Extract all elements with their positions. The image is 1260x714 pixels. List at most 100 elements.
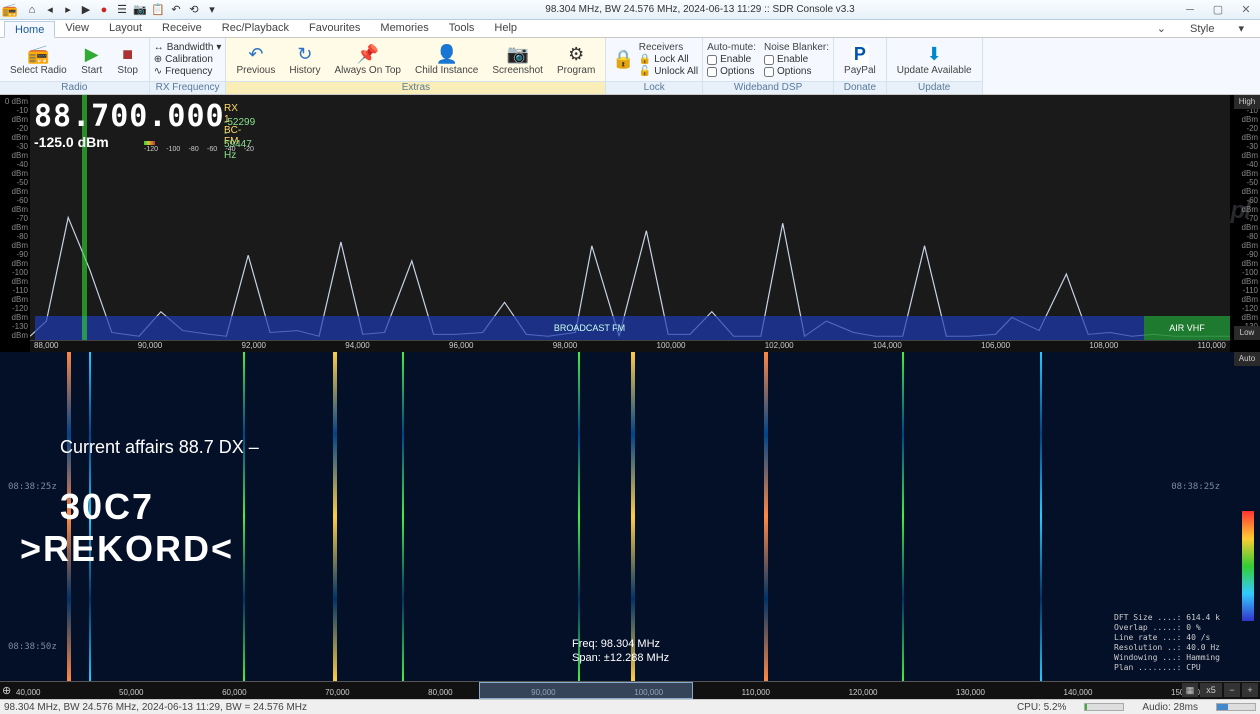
spectrum-display[interactable]: coza dzien.pl 0 dBm-10 dBm-20 dBm-30 dBm… — [0, 95, 1260, 352]
waterfall-timestamp-left: 08:38:25z — [8, 482, 57, 492]
lock-all-button[interactable]: 🔒Lock All — [639, 54, 698, 65]
waterfall-auto-button[interactable]: Auto — [1234, 352, 1260, 366]
spectrum-x-axis: 88,00090,00092,00094,00096,00098,000100,… — [30, 340, 1230, 352]
qat-home-icon[interactable]: ⌂ — [24, 2, 40, 18]
overview-grid-icon[interactable]: ▦ — [1182, 683, 1198, 697]
overview-zoom-out-icon[interactable]: − — [1224, 683, 1240, 697]
tab-tools[interactable]: Tools — [439, 20, 485, 37]
overview-window[interactable] — [479, 682, 693, 699]
color-palette[interactable] — [1242, 511, 1254, 621]
waterfall-timestamp-right: 08:38:25z — [1171, 482, 1220, 492]
waterfall-display[interactable]: Auto Current affairs 88.7 DX – 30C7 >REK… — [0, 352, 1260, 681]
tab-help[interactable]: Help — [484, 20, 527, 37]
bandwidth-icon: ↔ — [154, 42, 164, 53]
automute-enable-checkbox[interactable]: Enable — [707, 54, 756, 65]
group-update-label: Update — [887, 81, 982, 94]
child-instance-button[interactable]: 👤Child Instance — [409, 42, 484, 78]
unlock-all-button[interactable]: 🔓Unlock All — [639, 66, 698, 77]
qat-fwd-icon[interactable]: ▸ — [60, 2, 76, 18]
group-lock-label: Lock — [606, 81, 702, 94]
minimize-button[interactable]: ─ — [1176, 0, 1204, 20]
qat-camera-icon[interactable]: 📷 — [132, 2, 148, 18]
spectrum-y-axis-right: 0 dBm-10 dBm-20 dBm-30 dBm-40 dBm-50 dBm… — [1230, 95, 1260, 340]
tab-recplayback[interactable]: Rec/Playback — [212, 20, 299, 37]
group-rxfreq-label: RX Frequency — [150, 81, 226, 94]
group-extras-label: Extras — [226, 81, 605, 94]
tab-view[interactable]: View — [55, 20, 99, 37]
spectrum-low-button[interactable]: Low — [1234, 326, 1260, 340]
automute-options-checkbox[interactable]: Options — [707, 66, 756, 77]
offset-label: -52299 - 59447 Hz — [224, 117, 255, 161]
rds-ps-name: >REKORD< — [20, 528, 259, 570]
qat-back-icon[interactable]: ◂ — [42, 2, 58, 18]
audio-label: Audio: 28ms — [1142, 702, 1198, 713]
noiseblanker-options-checkbox[interactable]: Options — [764, 66, 829, 77]
calibration-button[interactable]: ⊕Calibration — [154, 54, 222, 65]
qat-play-icon[interactable]: ▶ — [78, 2, 94, 18]
cpu-label: CPU: 5.2% — [1017, 702, 1066, 713]
frequency-button[interactable]: ∿Frequency — [154, 66, 222, 77]
title-bar: 📻 ⌂ ◂ ▸ ▶ ● ☰ 📷 📋 ↶ ⟲ ▾ 98.304 MHz, BW 2… — [0, 0, 1260, 20]
qat-undo-icon[interactable]: ↶ — [168, 2, 184, 18]
band-broadcast-fm: BROADCAST FM — [35, 316, 1144, 340]
program-button[interactable]: ⚙Program — [551, 42, 601, 78]
ribbon: 📻Select Radio ▶Start ■Stop Radio ↔Bandwi… — [0, 38, 1260, 95]
cpu-bar — [1084, 703, 1124, 711]
dft-info: DFT Size ....: 614.4 kOverlap .....: 0 %… — [1114, 613, 1220, 673]
tab-receive[interactable]: Receive — [152, 20, 212, 37]
start-button[interactable]: ▶Start — [75, 42, 109, 78]
always-on-top-button[interactable]: 📌Always On Top — [328, 42, 407, 78]
frequency-overview[interactable]: ⊕ 40,00050,00060,00070,00080,00090,00010… — [0, 681, 1260, 699]
tuned-frequency[interactable]: 88.700.000 — [34, 99, 225, 134]
qat-redo-icon[interactable]: ⟲ — [186, 2, 202, 18]
app-icon[interactable]: 📻 — [0, 0, 20, 20]
undo-icon: ↶ — [248, 44, 263, 66]
previous-button[interactable]: ↶Previous — [230, 42, 281, 78]
style-chevron-icon[interactable]: ▾ — [1228, 20, 1254, 37]
tab-favourites[interactable]: Favourites — [299, 20, 370, 37]
spectrum-high-button[interactable]: High — [1234, 95, 1260, 109]
style-dropdown[interactable]: Style — [1180, 21, 1224, 37]
overview-zoom-label[interactable]: x5 — [1200, 683, 1222, 697]
tab-memories[interactable]: Memories — [370, 20, 438, 37]
overview-zoom-in-icon[interactable]: + — [1242, 683, 1258, 697]
qat-more-icon[interactable]: ▾ — [204, 2, 220, 18]
qat-pref-icon[interactable]: ☰ — [114, 2, 130, 18]
quick-access-toolbar: ⌂ ◂ ▸ ▶ ● ☰ 📷 📋 ↶ ⟲ ▾ — [20, 2, 224, 18]
tab-home[interactable]: Home — [4, 21, 55, 38]
calibration-icon: ⊕ — [154, 54, 162, 65]
play-icon: ▶ — [85, 44, 99, 66]
qat-rec-icon[interactable]: ● — [96, 2, 112, 18]
download-icon: ⬇ — [927, 44, 942, 66]
qat-copy-icon[interactable]: 📋 — [150, 2, 166, 18]
group-dsp-label: Wideband DSP — [703, 81, 833, 94]
s-meter: -120-100-80-60-40-20 — [144, 141, 254, 153]
history-button[interactable]: ↻History — [283, 42, 326, 78]
spectrum-readout: 88.700.000 RX 1 BC-FM -52299 - 59447 Hz … — [34, 99, 225, 151]
select-radio-button[interactable]: 📻Select Radio — [4, 42, 73, 78]
paypal-button[interactable]: PPayPal — [838, 42, 882, 78]
tab-layout[interactable]: Layout — [99, 20, 152, 37]
pin-icon: 📌 — [357, 44, 379, 66]
history-icon: ↻ — [297, 44, 312, 66]
update-button[interactable]: ⬇Update Available — [891, 42, 978, 78]
maximize-button[interactable]: ▢ — [1204, 0, 1232, 20]
frequency-icon: ∿ — [154, 66, 162, 77]
stop-button[interactable]: ■Stop — [111, 42, 145, 78]
expand-ribbon-icon[interactable]: ⌄ — [1147, 20, 1176, 37]
lock-closed-icon: 🔒 — [639, 54, 651, 65]
group-donate-label: Donate — [834, 81, 886, 94]
noiseblanker-enable-checkbox[interactable]: Enable — [764, 54, 829, 65]
waterfall-timestamp-left2: 08:38:50z — [8, 642, 57, 652]
band-air-vhf: AIR VHF — [1144, 316, 1230, 340]
screenshot-button[interactable]: 📷Screenshot — [486, 42, 549, 78]
group-radio-label: Radio — [0, 81, 149, 94]
status-left: 98.304 MHz, BW 24.576 MHz, 2024-06-13 11… — [4, 702, 307, 713]
overview-target-icon[interactable]: ⊕ — [2, 684, 11, 697]
waterfall-freq-info: Freq: 98.304 MHz Span: ±12.288 MHz — [572, 637, 669, 665]
lock-open-icon: 🔓 — [639, 66, 651, 77]
noiseblanker-label: Noise Blanker: — [764, 42, 829, 53]
close-button[interactable]: ✕ — [1232, 0, 1260, 20]
spectrum-y-axis-left: 0 dBm-10 dBm-20 dBm-30 dBm-40 dBm-50 dBm… — [0, 95, 30, 340]
bandwidth-button[interactable]: ↔Bandwidth ▾ — [154, 42, 222, 53]
